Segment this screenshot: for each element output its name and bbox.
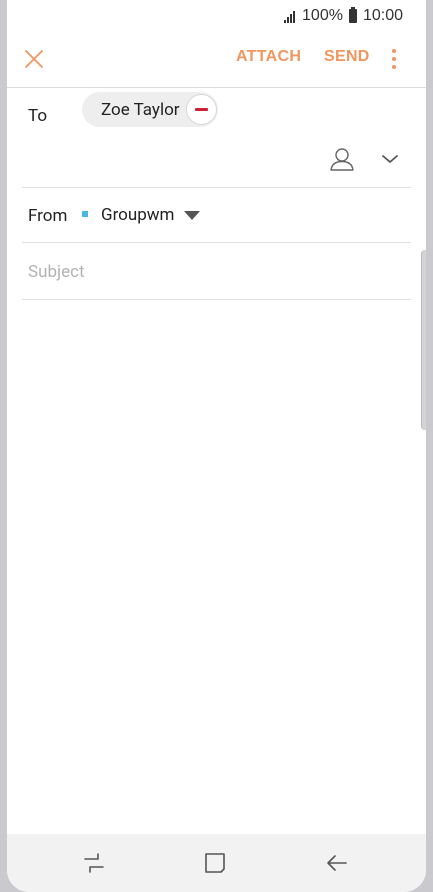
email-compose-screen: 100% 10:00 ATTACH SEND To Zoe Taylor Fro… xyxy=(7,0,426,892)
remove-recipient-button[interactable] xyxy=(186,94,217,125)
edge-panel-handle[interactable] xyxy=(421,250,426,430)
from-account-name: Groupwm xyxy=(101,205,175,225)
clock: 10:00 xyxy=(362,7,403,24)
to-label: To xyxy=(28,106,48,126)
recent-apps-icon[interactable] xyxy=(81,850,107,876)
divider xyxy=(22,187,411,188)
attach-button[interactable]: ATTACH xyxy=(236,48,301,66)
contacts-icon[interactable] xyxy=(329,146,355,172)
from-account-select[interactable]: Groupwm xyxy=(101,205,201,225)
close-button[interactable] xyxy=(20,45,48,73)
back-icon[interactable] xyxy=(324,850,350,876)
more-icon xyxy=(392,49,396,69)
recipient-chip[interactable]: Zoe Taylor xyxy=(82,92,218,127)
account-color-dot xyxy=(82,211,88,217)
more-options-button[interactable] xyxy=(387,45,401,73)
recipient-name: Zoe Taylor xyxy=(101,99,180,120)
battery-icon xyxy=(348,7,357,23)
from-label: From xyxy=(28,206,68,226)
caret-down-icon xyxy=(184,210,201,220)
navigation-bar xyxy=(7,834,426,892)
app-bar: ATTACH SEND xyxy=(7,32,426,88)
chevron-down-icon[interactable] xyxy=(380,151,400,167)
home-icon[interactable] xyxy=(202,850,228,876)
status-bar: 100% 10:00 xyxy=(7,0,426,32)
signal-icon xyxy=(284,9,296,23)
subject-input[interactable] xyxy=(28,257,408,287)
send-button[interactable]: SEND xyxy=(324,48,370,66)
divider xyxy=(22,242,411,243)
close-icon xyxy=(25,50,43,68)
message-body-editor[interactable] xyxy=(22,300,411,830)
remove-icon xyxy=(195,108,208,111)
battery-percent: 100% xyxy=(302,7,343,24)
